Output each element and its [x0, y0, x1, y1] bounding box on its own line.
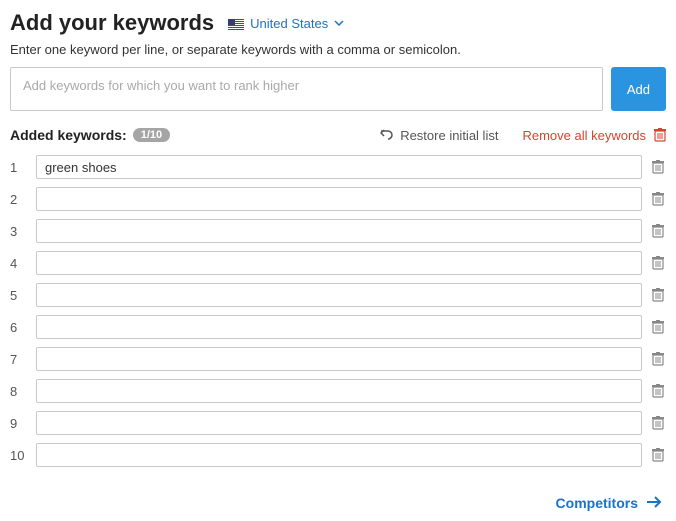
trash-icon — [652, 288, 664, 302]
keyword-row: 10 — [10, 443, 666, 467]
keyword-row: 5 — [10, 283, 666, 307]
delete-keyword-button[interactable] — [650, 448, 666, 462]
country-label: United States — [250, 16, 328, 31]
keyword-input[interactable] — [36, 283, 642, 307]
page-title: Add your keywords — [10, 10, 214, 36]
delete-keyword-button[interactable] — [650, 160, 666, 174]
trash-icon — [652, 352, 664, 366]
delete-keyword-button[interactable] — [650, 224, 666, 238]
added-keywords-label: Added keywords: — [10, 127, 127, 143]
keyword-input[interactable] — [36, 443, 642, 467]
trash-icon — [652, 416, 664, 430]
keyword-input[interactable] — [36, 219, 642, 243]
keyword-row: 4 — [10, 251, 666, 275]
trash-icon — [652, 160, 664, 174]
keyword-number: 8 — [10, 384, 28, 399]
keywords-input[interactable] — [10, 67, 603, 111]
keyword-number: 5 — [10, 288, 28, 303]
instruction-text: Enter one keyword per line, or separate … — [10, 42, 666, 57]
restore-label: Restore initial list — [400, 128, 498, 143]
keyword-row: 2 — [10, 187, 666, 211]
keyword-row: 3 — [10, 219, 666, 243]
keyword-input[interactable] — [36, 347, 642, 371]
add-button[interactable]: Add — [611, 67, 666, 111]
added-header-row: Added keywords: 1/10 Restore initial lis… — [10, 127, 666, 143]
arrow-right-icon — [646, 495, 662, 511]
keyword-row: 7 — [10, 347, 666, 371]
keyword-row: 6 — [10, 315, 666, 339]
delete-keyword-button[interactable] — [650, 288, 666, 302]
keyword-number: 7 — [10, 352, 28, 367]
add-keywords-row: Add — [10, 67, 666, 111]
keyword-list: 1 2 3 4 5 6 7 8 9 10 — [10, 155, 666, 467]
keyword-input[interactable] — [36, 251, 642, 275]
flag-us-icon — [228, 18, 244, 29]
restore-initial-button[interactable]: Restore initial list — [380, 128, 498, 143]
remove-all-label: Remove all keywords — [522, 128, 646, 143]
keyword-input[interactable] — [36, 187, 642, 211]
keyword-number: 9 — [10, 416, 28, 431]
keyword-row: 9 — [10, 411, 666, 435]
trash-icon — [652, 384, 664, 398]
delete-keyword-button[interactable] — [650, 256, 666, 270]
keyword-number: 2 — [10, 192, 28, 207]
delete-keyword-button[interactable] — [650, 320, 666, 334]
keyword-number: 4 — [10, 256, 28, 271]
header: Add your keywords United States — [10, 10, 666, 36]
keyword-input[interactable] — [36, 315, 642, 339]
delete-keyword-button[interactable] — [650, 416, 666, 430]
delete-keyword-button[interactable] — [650, 192, 666, 206]
remove-all-button[interactable]: Remove all keywords — [522, 128, 666, 143]
keyword-row: 8 — [10, 379, 666, 403]
keyword-input[interactable] — [36, 155, 642, 179]
trash-icon — [652, 320, 664, 334]
keyword-number: 1 — [10, 160, 28, 175]
keyword-number: 10 — [10, 448, 28, 463]
keyword-number: 6 — [10, 320, 28, 335]
keyword-row: 1 — [10, 155, 666, 179]
keyword-count-badge: 1/10 — [133, 128, 170, 142]
trash-icon — [652, 448, 664, 462]
competitors-link[interactable]: Competitors — [556, 495, 662, 511]
chevron-down-icon — [334, 20, 344, 26]
trash-icon — [652, 256, 664, 270]
competitors-label: Competitors — [556, 495, 638, 511]
undo-icon — [380, 128, 394, 143]
footer: Competitors — [10, 495, 666, 511]
delete-keyword-button[interactable] — [650, 384, 666, 398]
country-selector[interactable]: United States — [228, 16, 344, 31]
keyword-input[interactable] — [36, 379, 642, 403]
trash-icon — [652, 224, 664, 238]
keyword-input[interactable] — [36, 411, 642, 435]
keyword-number: 3 — [10, 224, 28, 239]
trash-icon — [654, 128, 666, 142]
trash-icon — [652, 192, 664, 206]
delete-keyword-button[interactable] — [650, 352, 666, 366]
